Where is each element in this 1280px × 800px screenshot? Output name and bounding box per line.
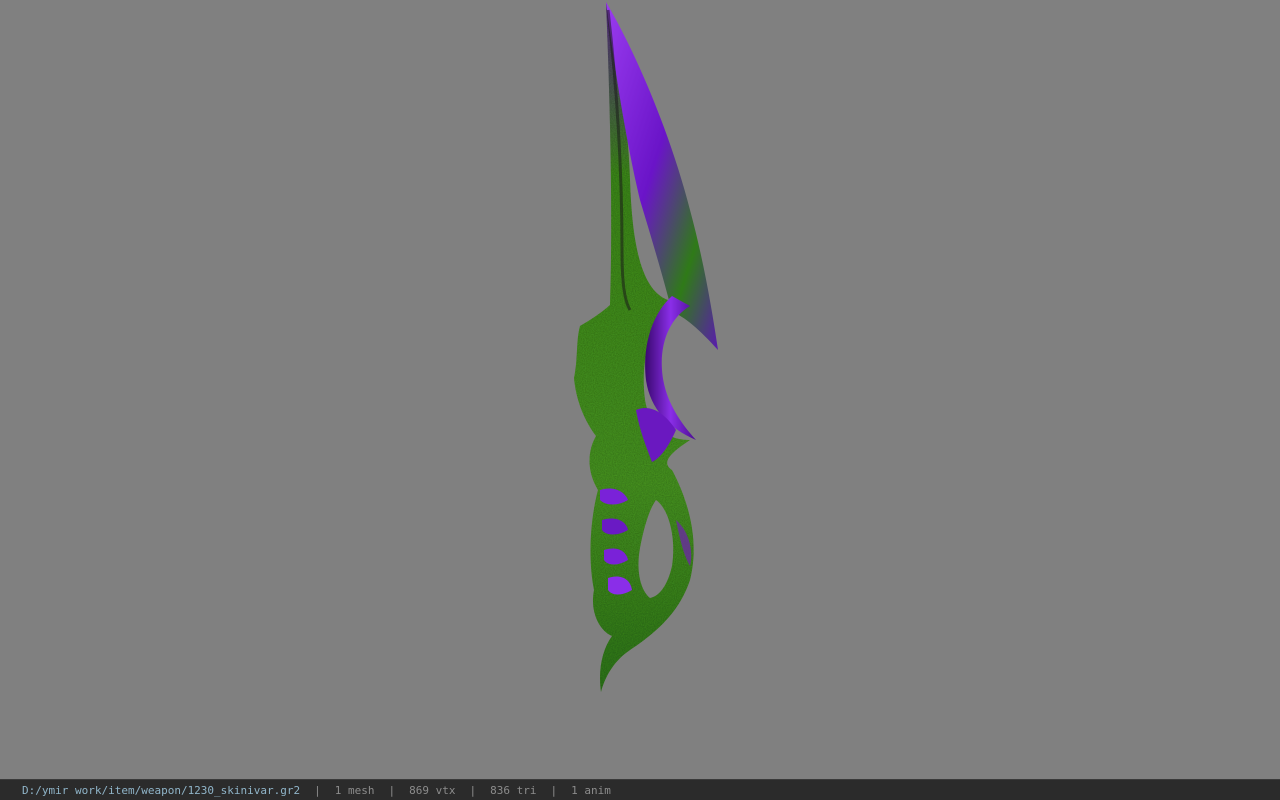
separator: | (314, 783, 321, 797)
weapon-model[interactable] (0, 0, 1280, 779)
status-bar: D:/ymir work/item/weapon/1230_skinivar.g… (0, 779, 1280, 800)
vertex-count: 869 vtx (409, 783, 456, 797)
file-path: D:/ymir work/item/weapon/1230_skinivar.g… (22, 783, 301, 797)
separator: | (550, 783, 558, 797)
triangle-count: 836 tri (490, 783, 537, 797)
anim-count: 1 anim (571, 783, 611, 797)
3d-viewport[interactable] (0, 0, 1280, 779)
separator: | (469, 783, 477, 797)
mesh-count: 1 mesh (334, 783, 375, 797)
separator: | (388, 783, 396, 797)
